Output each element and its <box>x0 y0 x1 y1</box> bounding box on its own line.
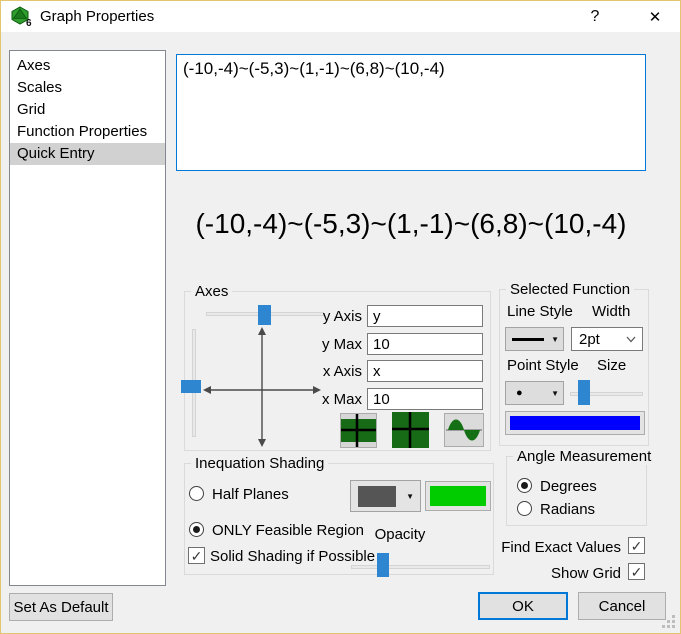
radians-radio[interactable] <box>517 501 532 516</box>
shading-pattern-dropdown[interactable]: ▼ <box>350 480 421 512</box>
width-combobox[interactable]: 2pt <box>571 327 643 351</box>
width-value: 2pt <box>579 331 600 348</box>
opacity-slider-thumb[interactable] <box>377 553 389 577</box>
solid-line-swatch <box>512 338 544 341</box>
line-style-label: Line Style <box>507 303 573 320</box>
category-list: Axes Scales Grid Function Properties Qui… <box>9 50 166 586</box>
sidebar-item-scales[interactable]: Scales <box>10 77 165 99</box>
close-button[interactable]: ✕ <box>636 1 674 32</box>
expression-preview: (-10,-4)~(-5,3)~(1,-1)~(6,8)~(10,-4) <box>176 208 646 240</box>
sidebar-item-axes[interactable]: Axes <box>10 55 165 77</box>
fit-axes-icon <box>341 414 376 447</box>
shading-color-button[interactable] <box>425 481 491 511</box>
y-max-label: y Max <box>302 336 362 353</box>
y-max-field[interactable] <box>367 333 483 355</box>
axes-group-title: Axes <box>191 283 232 300</box>
find-exact-values-label[interactable]: Find Exact Values <box>421 539 621 556</box>
only-feasible-region-label[interactable]: ONLY Feasible Region <box>212 522 364 539</box>
ok-button[interactable]: OK <box>478 592 568 620</box>
resize-grip[interactable] <box>662 614 676 628</box>
set-as-default-button[interactable]: Set As Default <box>9 593 113 621</box>
function-color-button[interactable] <box>505 411 645 435</box>
show-grid-label[interactable]: Show Grid <box>421 565 621 582</box>
inequation-shading-title: Inequation Shading <box>191 455 328 472</box>
check-icon: ✓ <box>631 565 643 579</box>
square-axes-button[interactable] <box>392 412 429 448</box>
solid-shading-checkbox[interactable]: ✓ <box>188 547 205 564</box>
check-icon: ✓ <box>191 549 203 563</box>
half-planes-radio[interactable] <box>189 486 204 501</box>
shading-pattern-swatch <box>358 486 396 507</box>
inequation-shading-group: Inequation Shading Half Planes ▼ ONLY Fe… <box>184 463 494 575</box>
dropdown-arrow-icon: ▼ <box>551 335 559 344</box>
sidebar-item-function-properties[interactable]: Function Properties <box>10 121 165 143</box>
point-style-label: Point Style <box>507 357 579 374</box>
trig-scale-button[interactable] <box>444 413 484 447</box>
x-axis-position-slider-thumb[interactable] <box>181 380 201 393</box>
point-style-dropdown[interactable]: ● ▼ <box>505 381 564 405</box>
solid-shading-label[interactable]: Solid Shading if Possible <box>210 548 375 565</box>
x-axis-field[interactable] <box>367 360 483 382</box>
degrees-radio[interactable] <box>517 478 532 493</box>
square-axes-icon <box>392 412 429 448</box>
cancel-button[interactable]: Cancel <box>578 592 666 620</box>
close-icon: ✕ <box>649 8 662 26</box>
point-glyph: ● <box>516 387 523 399</box>
sine-wave-icon <box>445 414 483 446</box>
x-axis-label: x Axis <box>302 363 362 380</box>
selected-function-group: Selected Function Line Style Width ▼ 2pt… <box>499 289 649 446</box>
x-max-label: x Max <box>302 391 362 408</box>
line-style-dropdown[interactable]: ▼ <box>505 327 564 351</box>
shading-color-swatch <box>430 486 486 506</box>
titlebar: 6 Graph Properties ? ✕ <box>1 1 680 32</box>
dropdown-arrow-icon: ▼ <box>551 389 559 398</box>
quick-entry-input[interactable]: (-10,-4)~(-5,3)~(1,-1)~(6,8)~(10,-4) <box>176 54 646 171</box>
half-planes-label[interactable]: Half Planes <box>212 486 289 503</box>
find-exact-values-checkbox[interactable]: ✓ <box>628 537 645 554</box>
y-axis-position-slider-thumb[interactable] <box>258 305 271 325</box>
fit-axes-button[interactable] <box>340 413 377 448</box>
angle-measurement-title: Angle Measurement <box>513 448 655 465</box>
window-title: Graph Properties <box>40 8 154 25</box>
chevron-down-icon <box>626 336 636 343</box>
app-icon: 6 <box>10 6 33 27</box>
help-icon: ? <box>591 8 600 26</box>
check-icon: ✓ <box>631 539 643 553</box>
size-slider-thumb[interactable] <box>578 380 590 405</box>
graph-properties-dialog: 6 Graph Properties ? ✕ Axes Scales Grid … <box>0 0 681 634</box>
size-label: Size <box>597 357 626 374</box>
show-grid-checkbox[interactable]: ✓ <box>628 563 645 580</box>
x-max-field[interactable] <box>367 388 483 410</box>
y-axis-field[interactable] <box>367 305 483 327</box>
y-axis-label: y Axis <box>302 308 362 325</box>
only-feasible-region-radio[interactable] <box>189 522 204 537</box>
axes-group: Axes y Axis y Max x Axis x Max <box>184 291 491 451</box>
radians-label[interactable]: Radians <box>540 501 595 518</box>
sidebar-item-grid[interactable]: Grid <box>10 99 165 121</box>
help-button[interactable]: ? <box>576 1 614 32</box>
width-label: Width <box>592 303 630 320</box>
svg-text:6: 6 <box>26 18 32 27</box>
sidebar-item-quick-entry[interactable]: Quick Entry <box>10 143 165 165</box>
angle-measurement-group: Angle Measurement Degrees Radians <box>506 456 647 526</box>
selected-function-title: Selected Function <box>506 281 634 298</box>
function-color-swatch <box>510 416 640 430</box>
dropdown-arrow-icon: ▼ <box>406 492 414 501</box>
degrees-label[interactable]: Degrees <box>540 478 597 495</box>
